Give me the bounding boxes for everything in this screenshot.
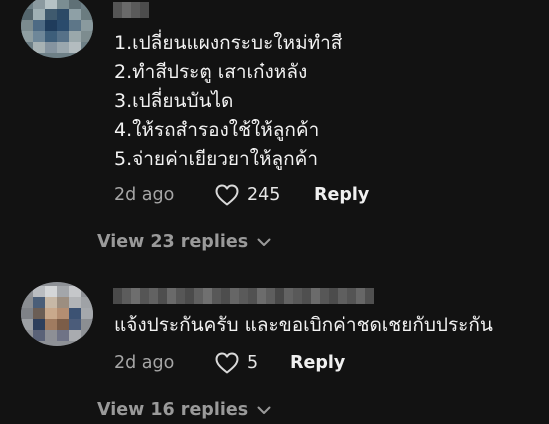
username-blurred[interactable] xyxy=(113,288,374,304)
chevron-down-icon xyxy=(257,406,271,414)
like-count: 245 xyxy=(247,185,281,205)
comment-text-line: แจ้งประกันครับ และขอเบิกค่าชดเชยกับประกั… xyxy=(114,314,493,336)
view-replies-button[interactable]: View 23 replies xyxy=(97,229,271,255)
heart-outline-icon xyxy=(215,184,239,206)
comment-text-line: 3.เปลี่ยนบันได xyxy=(114,90,234,112)
username-blurred[interactable] xyxy=(113,2,150,18)
chevron-down-icon xyxy=(257,238,271,246)
avatar[interactable] xyxy=(21,282,93,346)
comment-1: 1.เปลี่ยนแผงกระบะใหม่ทำสี 2.ทำสีประตู เส… xyxy=(0,0,549,260)
like-count: 5 xyxy=(247,353,259,373)
timestamp: 2d ago xyxy=(114,185,175,205)
heart-outline-icon xyxy=(215,352,239,374)
timestamp: 2d ago xyxy=(114,353,175,373)
comment-text-line: 1.เปลี่ยนแผงกระบะใหม่ทำสี xyxy=(114,32,343,54)
view-replies-label: View 16 replies xyxy=(97,400,249,420)
reply-button[interactable]: Reply xyxy=(290,349,345,377)
like-button[interactable]: 245 xyxy=(215,181,280,209)
like-button[interactable]: 5 xyxy=(215,349,258,377)
comment-2: แจ้งประกันครับ และขอเบิกค่าชดเชยกับประกั… xyxy=(0,260,549,424)
view-replies-button[interactable]: View 16 replies xyxy=(97,397,271,423)
comment-meta: 2d ago 5 Reply xyxy=(114,349,414,377)
comment-meta: 2d ago 245 Reply xyxy=(114,181,534,209)
view-replies-label: View 23 replies xyxy=(97,232,249,252)
comment-text-line: 5.จ่ายค่าเยียวยาให้ลูกค้า xyxy=(114,148,318,170)
avatar[interactable] xyxy=(21,0,93,58)
comment-text-line: 4.ให้รถสำรองใช้ให้ลูกค้า xyxy=(114,119,320,141)
reply-button[interactable]: Reply xyxy=(314,181,369,209)
comment-text-line: 2.ทำสีประตู เสาเก๋งหลัง xyxy=(114,61,308,83)
